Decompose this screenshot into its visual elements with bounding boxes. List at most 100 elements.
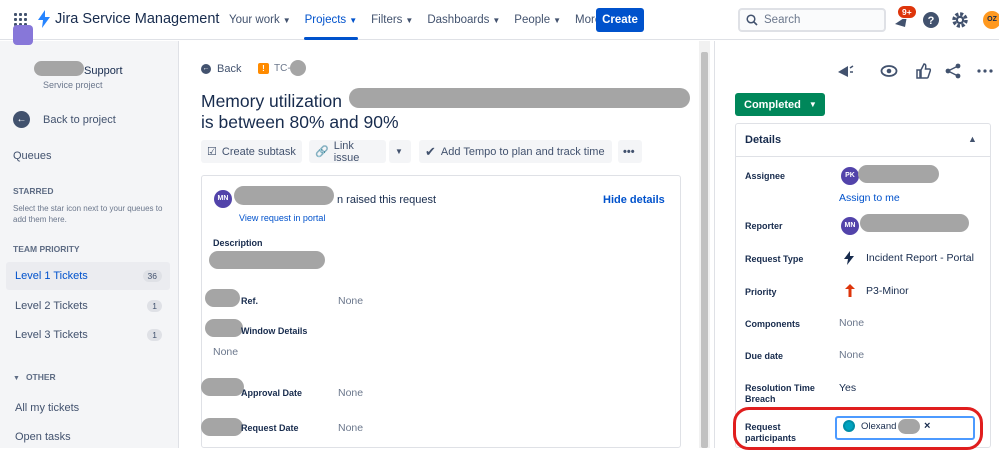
app-name: Jira Service Management [55, 11, 220, 27]
raised-request-text: n raised this request [337, 194, 437, 206]
incident-type-icon: ! [258, 63, 269, 74]
main-scrollbar-thumb[interactable] [701, 52, 708, 448]
search-input[interactable] [764, 14, 874, 26]
nav-your-work[interactable]: Your work ▼ [222, 0, 298, 40]
assign-to-me-link[interactable]: Assign to me [839, 192, 900, 204]
team-priority-heading: TEAM PRIORITY [13, 244, 80, 254]
assignee-label: Assignee [745, 171, 786, 181]
priority-label: Priority [745, 287, 777, 297]
panel-divider [714, 41, 715, 448]
queue-level-2[interactable]: Level 2 Tickets 1 [6, 292, 170, 320]
nav-items: Your work ▼ Projects ▼ Filters ▼ Dashboards… [222, 0, 619, 40]
field-label-request-date: Request Date [241, 423, 299, 433]
back-to-project-link[interactable]: ← Back to project [13, 111, 116, 128]
queue-level-3[interactable]: Level 3 Tickets 1 [6, 321, 170, 349]
nav-projects[interactable]: Projects ▼ [298, 0, 364, 40]
all-my-tickets-link[interactable]: All my tickets [15, 402, 79, 414]
issue-key-breadcrumb[interactable]: ! TC- [258, 63, 291, 74]
field-label-approval-date: Approval Date [241, 388, 303, 398]
link-issue-dropdown[interactable]: ▼ [389, 140, 411, 163]
chevron-up-icon[interactable]: ▲ [968, 134, 977, 144]
subtask-icon: ☑ [207, 146, 217, 158]
more-options-icon[interactable] [976, 62, 994, 80]
redacted-title-text [349, 88, 690, 108]
redacted-issue-number [290, 60, 306, 76]
chevron-down-icon: ▼ [395, 147, 403, 156]
search-box[interactable] [738, 8, 886, 32]
top-navigation: Jira Service Management Your work ▼ Proje… [0, 0, 999, 40]
chevron-down-icon: ▼ [282, 16, 291, 25]
field-value-window-details[interactable]: None [213, 346, 238, 358]
chevron-down-icon: ▼ [492, 16, 501, 25]
vote-thumbs-up-icon[interactable] [914, 62, 932, 80]
lightning-logo-icon [38, 10, 50, 28]
link-icon: 🔗 [315, 146, 329, 158]
queue-count: 1 [147, 300, 162, 312]
hide-details-button[interactable]: Hide details [603, 194, 665, 206]
create-button[interactable]: Create [596, 8, 644, 32]
redacted-reporter-name [234, 186, 334, 205]
reporter-avatar[interactable]: MN [214, 190, 232, 208]
notification-badge: 9+ [897, 5, 917, 19]
redacted-project-prefix [34, 61, 84, 76]
queue-count: 36 [142, 270, 162, 282]
project-name[interactable]: Support [84, 65, 123, 77]
project-avatar [13, 25, 33, 45]
field-label-window-details: Window Details [241, 326, 308, 336]
status-dropdown-button[interactable]: Completed ▼ [735, 93, 825, 116]
details-heading[interactable]: Details [745, 134, 781, 146]
chevron-down-icon: ▼ [405, 16, 414, 25]
reporter-avatar[interactable]: MN [841, 217, 859, 235]
jira-logo[interactable]: Jira Service Management [37, 10, 219, 28]
redacted-assignee-name [858, 165, 939, 183]
view-in-portal-link[interactable]: View request in portal [239, 213, 325, 223]
nav-filters[interactable]: Filters ▼ [364, 0, 420, 40]
project-type: Service project [43, 80, 103, 90]
queues-label[interactable]: Queues [13, 150, 52, 162]
create-subtask-button[interactable]: ☑ Create subtask [201, 140, 302, 163]
reporter-label: Reporter [745, 221, 783, 231]
more-dots-icon: ••• [623, 145, 635, 158]
feedback-megaphone-icon[interactable] [836, 62, 854, 80]
search-icon [746, 14, 758, 26]
components-label: Components [745, 319, 800, 329]
link-issue-button[interactable]: 🔗 Link issue [309, 140, 386, 164]
field-label-ref: Ref. [241, 296, 259, 306]
request-type-label: Request Type [745, 254, 804, 264]
tempo-button[interactable]: ✔ Add Tempo to plan and track time [419, 140, 612, 163]
nav-people[interactable]: People ▼ [507, 0, 568, 40]
assignee-avatar[interactable]: PK [841, 167, 859, 185]
resolution-breach-label: Resolution Time Breach [745, 383, 815, 404]
settings-gear-icon[interactable] [951, 11, 969, 29]
redacted-description [209, 251, 325, 269]
lightning-icon [844, 251, 854, 265]
redacted-field-prefix [205, 289, 240, 307]
highlight-annotation [733, 407, 983, 450]
more-actions-button[interactable]: ••• [618, 140, 642, 163]
watch-eye-icon[interactable] [880, 62, 898, 80]
redacted-reporter-name [860, 214, 969, 232]
field-value-request-date[interactable]: None [338, 422, 363, 434]
svg-text:?: ? [928, 15, 935, 27]
chevron-down-icon: ▼ [349, 16, 358, 25]
components-value[interactable]: None [839, 317, 864, 329]
back-button[interactable]: ← Back [201, 63, 241, 75]
share-icon[interactable] [944, 62, 962, 80]
open-tasks-link[interactable]: Open tasks [15, 431, 71, 443]
queue-count: 1 [147, 329, 162, 341]
user-avatar[interactable]: OZ [983, 11, 999, 29]
resolution-breach-value[interactable]: Yes [839, 382, 856, 394]
queue-level-1[interactable]: Level 1 Tickets 36 [6, 262, 170, 290]
other-section-toggle[interactable]: ▼ OTHER [13, 372, 56, 382]
priority-value[interactable]: P3-Minor [866, 285, 909, 297]
field-value-ref[interactable]: None [338, 295, 363, 307]
nav-dashboards[interactable]: Dashboards ▼ [420, 0, 507, 40]
field-value-approval-date[interactable]: None [338, 387, 363, 399]
redacted-field-prefix [205, 319, 243, 337]
due-date-value[interactable]: None [839, 349, 864, 361]
starred-heading: STARRED [13, 186, 54, 196]
request-type-value[interactable]: Incident Report - Portal [866, 252, 974, 264]
help-icon[interactable]: ? [922, 11, 940, 29]
details-divider [736, 156, 990, 157]
check-circle-icon: ✔ [425, 143, 436, 159]
